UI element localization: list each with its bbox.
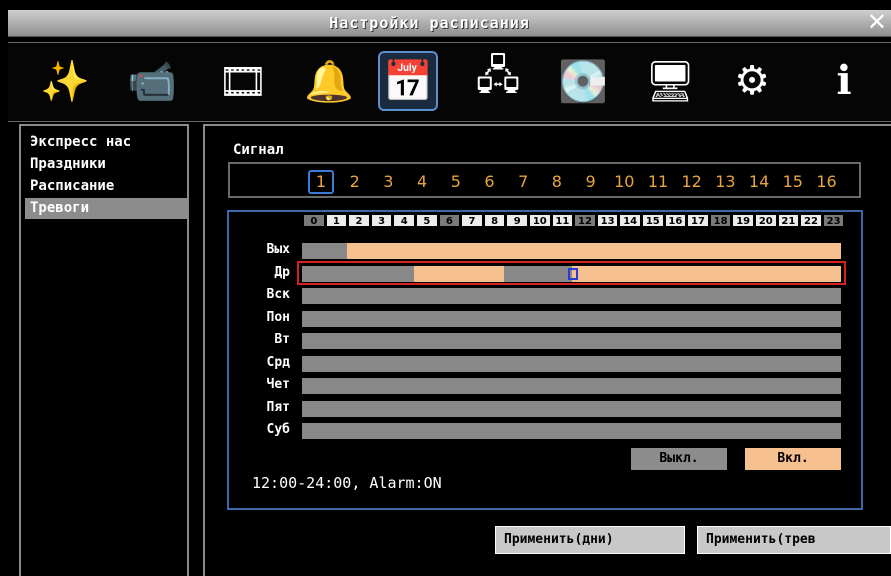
gears-icon[interactable]: ⚙ — [722, 51, 782, 111]
channel-5[interactable]: 5 — [443, 170, 469, 194]
sidebar-item-schedule[interactable]: Расписание — [25, 176, 187, 197]
day-schedule-bar[interactable] — [302, 378, 841, 394]
off-button[interactable]: Выкл. — [631, 448, 727, 470]
day-label: Срд — [266, 354, 290, 370]
day-schedule-bar[interactable] — [302, 355, 841, 372]
camera-icon[interactable]: 📹 — [122, 51, 182, 111]
hour-cell-11: 11 — [551, 214, 574, 227]
hour-cell-6: 6 — [438, 214, 461, 227]
hour-cell-0: 0 — [303, 214, 325, 227]
channel-16[interactable]: 16 — [814, 170, 840, 194]
wizard-wand-icon[interactable]: ✨ — [35, 51, 95, 111]
day-label: Др — [274, 264, 290, 280]
sidebar-item-express[interactable]: Экспресс нас — [25, 132, 187, 153]
sidebar-item-holidays[interactable]: Праздники — [25, 154, 187, 175]
day-label: Пят — [266, 399, 290, 415]
day-label: Чет — [266, 377, 290, 392]
hour-cell-4: 4 — [393, 214, 415, 227]
day-label: Вск — [266, 287, 290, 302]
channel-7[interactable]: 7 — [510, 170, 536, 194]
main-toolbar: ✨ 📹 🎞 🔔 📅 🖧 💽 🖥 ⚙ ℹ — [8, 42, 891, 122]
hour-cell-21: 21 — [777, 214, 800, 227]
channel-2[interactable]: 2 — [342, 170, 368, 194]
bell-icon[interactable]: 🔔 — [299, 51, 359, 111]
day-label: Вых — [266, 242, 290, 257]
film-reel-icon[interactable]: 🎞 — [213, 51, 273, 111]
hour-cell-15: 15 — [642, 214, 664, 227]
channel-6[interactable]: 6 — [477, 170, 503, 194]
hour-cell-18: 18 — [709, 214, 732, 227]
channel-9[interactable]: 9 — [578, 170, 604, 194]
channel-12[interactable]: 12 — [679, 170, 705, 194]
hour-cell-1: 1 — [325, 214, 348, 227]
channel-13[interactable]: 13 — [712, 170, 738, 194]
schedule-icon[interactable]: 📅 — [378, 51, 438, 111]
schedule-status: 12:00-24:00, Alarm:ON — [252, 474, 442, 492]
selected-row-highlight — [297, 261, 846, 285]
hour-cell-20: 20 — [755, 214, 777, 227]
hour-cell-22: 22 — [800, 214, 822, 227]
day-schedule-bar[interactable] — [302, 333, 841, 349]
hour-cell-3: 3 — [370, 214, 393, 227]
hard-disk-icon[interactable]: 💽 — [553, 51, 613, 111]
day-schedule-bar[interactable] — [302, 423, 841, 439]
apply-days-button[interactable]: Применить(дни) — [495, 526, 685, 554]
network-icon[interactable]: 🖧 — [468, 51, 528, 111]
channel-1[interactable]: 1 — [308, 170, 334, 194]
channel-4[interactable]: 4 — [409, 170, 435, 194]
channel-11[interactable]: 11 — [645, 170, 671, 194]
channel-3[interactable]: 3 — [375, 170, 401, 194]
channel-8[interactable]: 8 — [544, 170, 570, 194]
window-title: Настройки расписания — [329, 14, 530, 32]
hour-cell-12: 12 — [574, 214, 596, 227]
hour-cell-17: 17 — [687, 214, 709, 227]
hour-cell-8: 8 — [483, 214, 506, 227]
day-schedule-bar[interactable] — [302, 400, 841, 417]
hour-cell-19: 19 — [732, 214, 754, 227]
hour-cell-2: 2 — [348, 214, 370, 227]
apply-alarm-button[interactable]: Применить(трев — [697, 526, 891, 554]
sidebar-item-alarms[interactable]: Тревоги — [25, 198, 187, 219]
day-schedule-bar[interactable] — [302, 243, 841, 259]
day-label: Вт — [274, 332, 290, 347]
day-schedule-bar[interactable] — [302, 288, 841, 304]
alarm-on-segment — [346, 243, 841, 259]
monitor-icon[interactable]: 🖥 — [640, 51, 700, 111]
channel-10[interactable]: 10 — [611, 170, 637, 194]
signal-label: Сигнал — [233, 142, 284, 158]
hour-cell-13: 13 — [596, 214, 619, 227]
info-icon[interactable]: ℹ — [814, 51, 874, 111]
hour-cell-9: 9 — [506, 214, 528, 227]
channel-14[interactable]: 14 — [746, 170, 772, 194]
hour-cell-14: 14 — [619, 214, 641, 227]
hour-cell-5: 5 — [416, 214, 438, 227]
sidebar: Экспресс нас Праздники Расписание Тревог… — [19, 124, 189, 576]
close-icon[interactable]: ✕ — [867, 8, 887, 36]
channel-15[interactable]: 15 — [780, 170, 806, 194]
day-label: Пон — [266, 309, 290, 325]
on-button[interactable]: Вкл. — [745, 448, 841, 470]
hour-cell-7: 7 — [461, 214, 483, 227]
hour-cell-16: 16 — [664, 214, 687, 227]
day-schedule-bar[interactable] — [302, 310, 841, 327]
hour-cell-10: 10 — [529, 214, 551, 227]
hour-cell-23: 23 — [822, 214, 845, 227]
title-bar: Настройки расписания ✕ — [8, 8, 891, 37]
day-label: Суб — [266, 422, 290, 437]
